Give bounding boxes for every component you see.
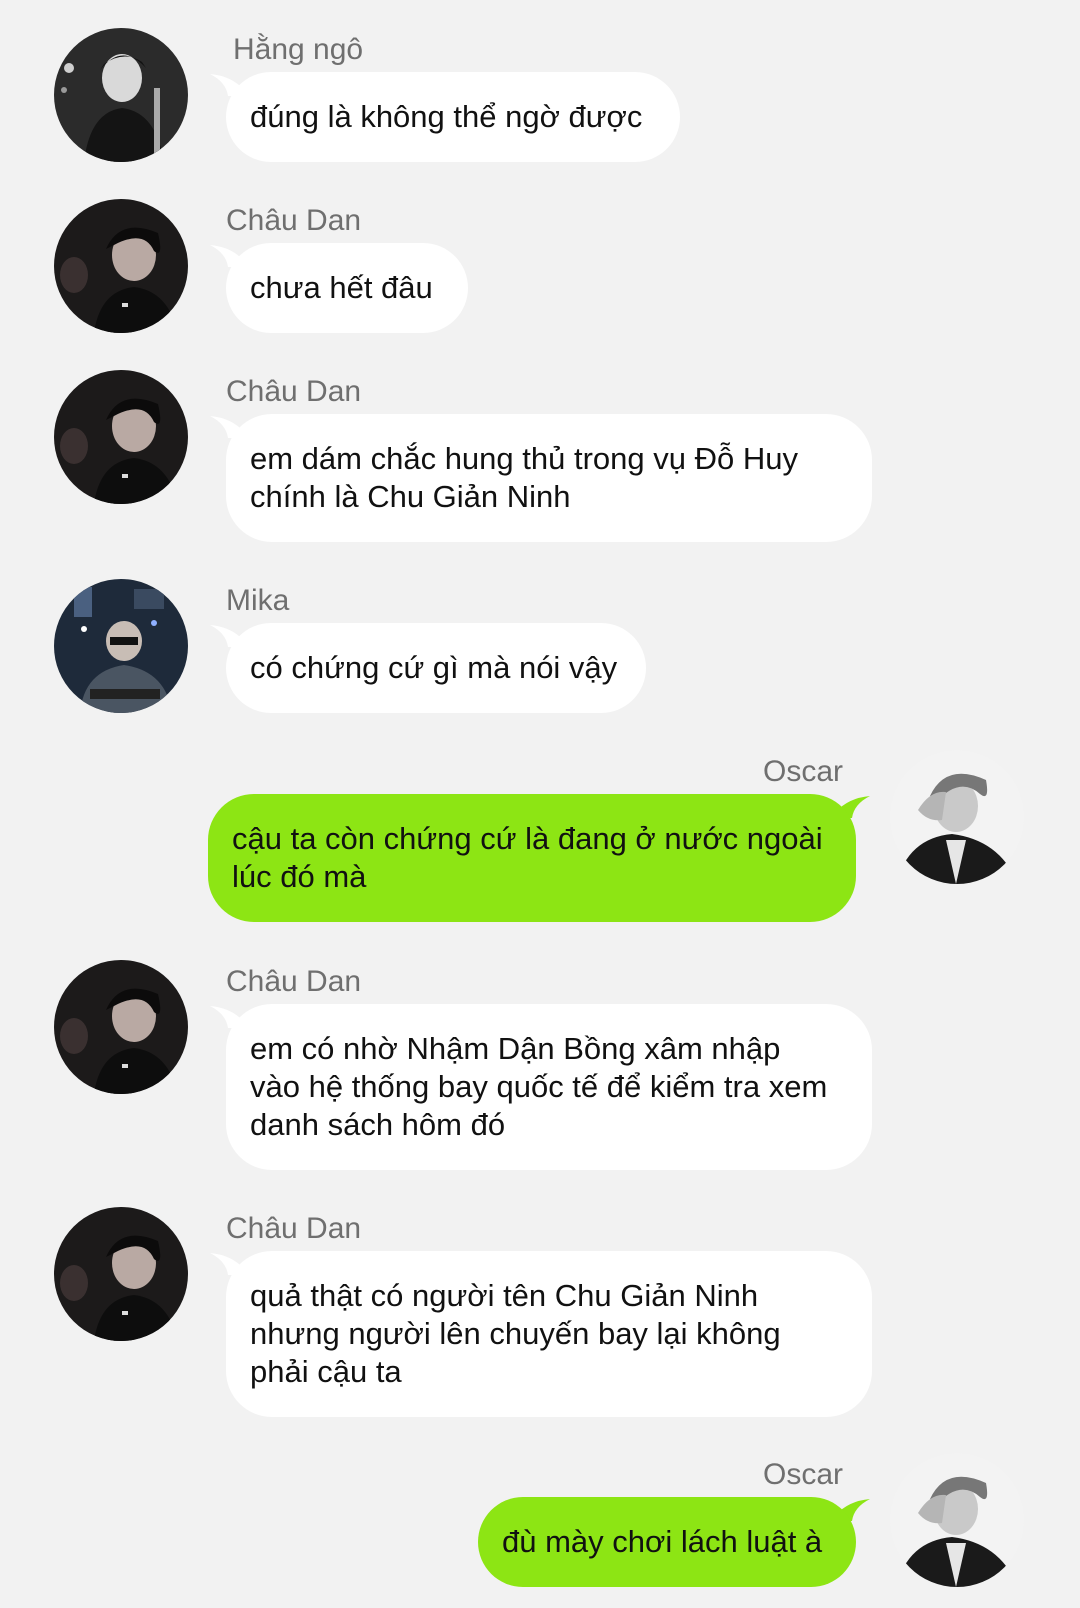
message-text: chưa hết đâu <box>250 270 433 305</box>
avatar[interactable] <box>54 199 188 333</box>
message-text: có chứng cứ gì mà nói vậy <box>250 650 618 685</box>
sender-name: Châu Dan <box>226 1212 362 1245</box>
message-text-line: phải cậu ta <box>250 1354 402 1389</box>
message-text: đúng là không thể ngờ được <box>250 99 643 134</box>
message-bubble[interactable]: em có nhờ Nhậm Dận Bồng xâm nhập vào hệ … <box>226 1004 872 1170</box>
avatar[interactable] <box>54 28 188 162</box>
message-bubble[interactable]: em dám chắc hung thủ trong vụ Đỗ Huy chí… <box>226 414 872 542</box>
avatar[interactable] <box>890 750 1024 884</box>
message-text-line: cậu ta còn chứng cứ là đang ở nước ngoài <box>232 821 823 856</box>
avatar[interactable] <box>54 1207 188 1341</box>
avatar[interactable] <box>54 960 188 1094</box>
avatar[interactable] <box>890 1453 1024 1587</box>
message-bubble[interactable]: đúng là không thể ngờ được <box>226 72 680 162</box>
sender-name: Mika <box>226 584 290 617</box>
message-bubble[interactable]: cậu ta còn chứng cứ là đang ở nước ngoài… <box>208 794 856 922</box>
avatar[interactable] <box>54 370 188 504</box>
message-text-line: lúc đó mà <box>232 859 367 894</box>
message-text-line: em có nhờ Nhậm Dận Bồng xâm nhập <box>250 1031 781 1066</box>
message-text-line: vào hệ thống bay quốc tế để kiểm tra xem <box>250 1069 828 1104</box>
message-bubble[interactable]: đù mày chơi lách luật à <box>478 1497 856 1587</box>
message-bubble[interactable]: chưa hết đâu <box>226 243 468 333</box>
sender-name: Châu Dan <box>226 375 362 408</box>
message-text: đù mày chơi lách luật à <box>502 1524 823 1559</box>
message-text-line: quả thật có người tên Chu Giản Ninh <box>250 1278 759 1313</box>
sender-name: Châu Dan <box>226 204 362 237</box>
message-bubble[interactable]: quả thật có người tên Chu Giản Ninh nhưn… <box>226 1251 872 1417</box>
sender-name: Oscar <box>763 1458 844 1491</box>
sender-name: Oscar <box>763 755 844 788</box>
message-text-line: danh sách hôm đó <box>250 1107 506 1142</box>
message-bubble[interactable]: có chứng cứ gì mà nói vậy <box>226 623 646 713</box>
avatar[interactable] <box>54 579 188 713</box>
message-text-line: nhưng người lên chuyến bay lại không <box>250 1316 781 1351</box>
sender-name: Hằng ngô <box>233 33 364 66</box>
sender-name: Châu Dan <box>226 965 362 998</box>
message-text-line: em dám chắc hung thủ trong vụ Đỗ Huy <box>250 441 798 476</box>
message-text-line: chính là Chu Giản Ninh <box>250 479 571 514</box>
